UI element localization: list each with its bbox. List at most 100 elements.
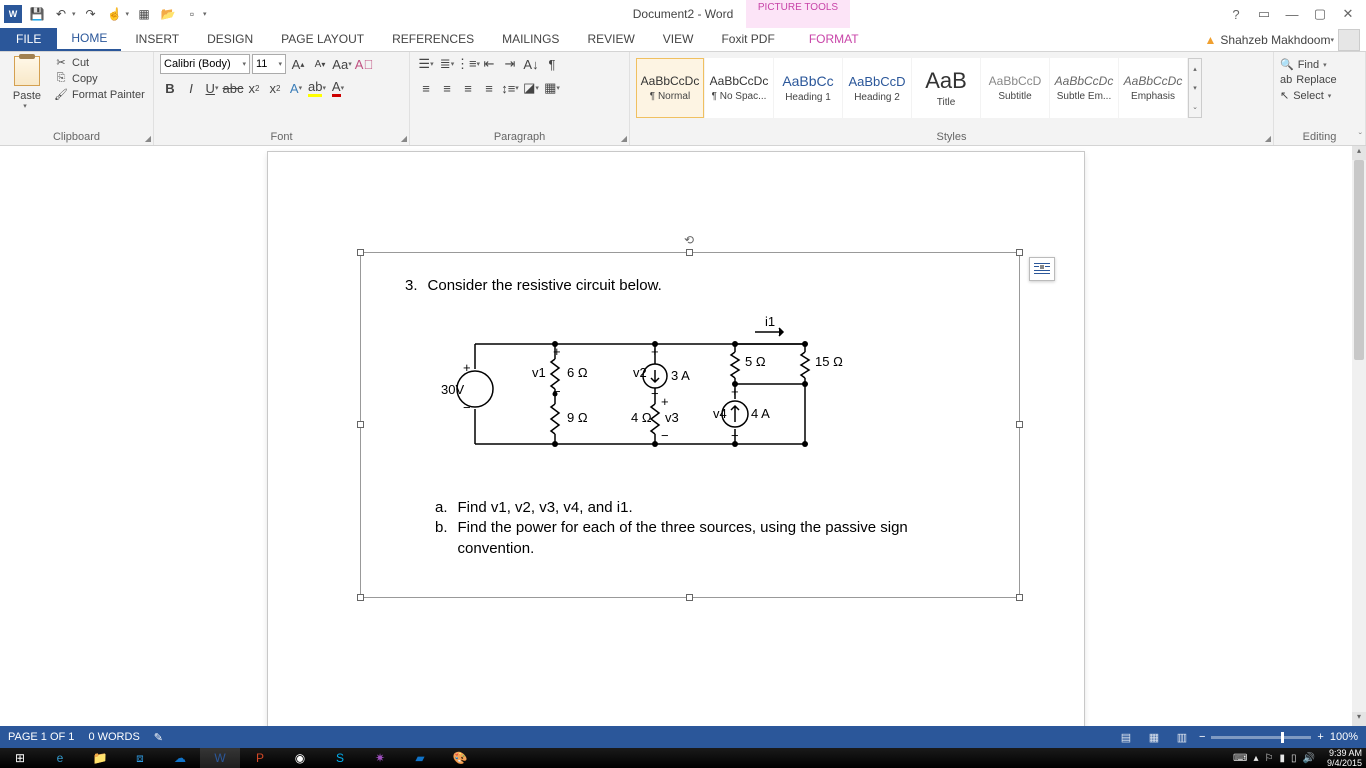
style--no-spac-[interactable]: AaBbCcDc¶ No Spac... — [705, 58, 773, 118]
user-name-label[interactable]: Shahzeb Makhdoom — [1220, 33, 1330, 47]
taskbar-chrome[interactable]: ◉ — [280, 748, 320, 768]
font-name-select[interactable]: Calibri (Body)▾ — [160, 54, 250, 74]
style-emphasis[interactable]: AaBbCcDcEmphasis — [1119, 58, 1187, 118]
increase-indent-button[interactable]: ⇥ — [500, 54, 520, 74]
shading-button[interactable]: ◪▾ — [521, 78, 541, 98]
help-icon[interactable]: ? — [1224, 4, 1248, 24]
subscript-button[interactable]: x2 — [244, 78, 264, 98]
shrink-font-button[interactable]: A▾ — [310, 54, 330, 74]
change-case-button[interactable]: Aa▾ — [332, 54, 352, 74]
keyboard-icon[interactable]: ⌨ — [1233, 753, 1247, 764]
tab-review[interactable]: REVIEW — [573, 27, 648, 51]
web-layout-button[interactable]: ▥ — [1171, 728, 1193, 746]
format-painter-button[interactable]: 🖌Format Painter — [54, 88, 145, 101]
taskbar-powerpoint[interactable]: P — [240, 748, 280, 768]
print-layout-button[interactable]: ▦ — [1143, 728, 1165, 746]
ribbon-options-icon[interactable]: ▭ — [1252, 4, 1276, 24]
tab-view[interactable]: VIEW — [649, 27, 708, 51]
tab-foxit[interactable]: Foxit PDF — [707, 27, 788, 51]
superscript-button[interactable]: x2 — [265, 78, 285, 98]
read-mode-button[interactable]: ▤ — [1115, 728, 1137, 746]
styles-more-button[interactable]: ▴▾⌄ — [1188, 58, 1202, 118]
clipboard-dialog-launcher[interactable]: ◢ — [145, 134, 151, 143]
zoom-slider[interactable] — [1211, 736, 1311, 739]
replace-button[interactable]: abReplace — [1280, 74, 1359, 86]
align-right-button[interactable]: ≡ — [458, 78, 478, 98]
flag-icon[interactable]: ⚐ — [1265, 753, 1274, 764]
user-avatar[interactable] — [1338, 29, 1360, 51]
battery-icon[interactable]: ▯ — [1291, 753, 1297, 764]
tab-file[interactable]: FILE — [0, 27, 57, 51]
align-center-button[interactable]: ≡ — [437, 78, 457, 98]
open-icon[interactable]: 📂 — [159, 5, 177, 23]
new-doc-icon[interactable]: ▫ — [183, 5, 201, 23]
font-size-select[interactable]: 11▾ — [252, 54, 286, 74]
tab-mailings[interactable]: MAILINGS — [488, 27, 573, 51]
volume-icon[interactable]: 🔊 — [1303, 753, 1315, 764]
restore-button[interactable]: ▢ — [1308, 4, 1332, 24]
taskbar-ie[interactable]: e — [40, 748, 80, 768]
style--normal[interactable]: AaBbCcDc¶ Normal — [636, 58, 704, 118]
taskbar-app2[interactable]: ▰ — [400, 748, 440, 768]
select-button[interactable]: ↖Select▾ — [1280, 89, 1359, 102]
collapse-ribbon-button[interactable]: ˇ — [1359, 132, 1362, 143]
font-color-button[interactable]: A▾ — [328, 78, 348, 98]
multilevel-button[interactable]: ⋮≡▾ — [458, 54, 478, 74]
page[interactable]: ⟲ 3. Consider the resistive circuit belo… — [268, 152, 1084, 726]
find-button[interactable]: 🔍Find▾ — [1280, 58, 1359, 71]
taskbar-paint[interactable]: 🎨 — [440, 748, 480, 768]
line-spacing-button[interactable]: ↕≡▾ — [500, 78, 520, 98]
zoom-in-button[interactable]: + — [1317, 731, 1323, 743]
tab-references[interactable]: REFERENCES — [378, 27, 488, 51]
scroll-thumb[interactable] — [1354, 160, 1364, 360]
strike-button[interactable]: abc — [223, 78, 243, 98]
tab-insert[interactable]: INSERT — [121, 27, 193, 51]
paste-button[interactable]: Paste ▾ — [6, 54, 48, 110]
taskbar-onedrive[interactable]: ☁ — [160, 748, 200, 768]
word-icon[interactable]: W — [4, 5, 22, 23]
style-subtle-em-[interactable]: AaBbCcDcSubtle Em... — [1050, 58, 1118, 118]
clock[interactable]: 9:39 AM9/4/2015 — [1321, 748, 1362, 768]
style-heading-1[interactable]: AaBbCcHeading 1 — [774, 58, 842, 118]
style-heading-2[interactable]: AaBbCcDHeading 2 — [843, 58, 911, 118]
tab-format[interactable]: FORMAT — [795, 27, 873, 51]
italic-button[interactable]: I — [181, 78, 201, 98]
highlight-button[interactable]: ab▾ — [307, 78, 327, 98]
style-subtitle[interactable]: AaBbCcDSubtitle — [981, 58, 1049, 118]
layout-options-button[interactable] — [1029, 257, 1055, 281]
word-count[interactable]: 0 WORDS — [88, 731, 139, 743]
underline-button[interactable]: U▾ — [202, 78, 222, 98]
taskbar-skype[interactable]: S — [320, 748, 360, 768]
copy-button[interactable]: ⎘Copy — [54, 72, 145, 85]
minimize-button[interactable]: — — [1280, 4, 1304, 24]
bullets-button[interactable]: ☰▾ — [416, 54, 436, 74]
taskbar-dropbox[interactable]: ⧈ — [120, 748, 160, 768]
qat-custom-icon[interactable]: ▦ — [135, 5, 153, 23]
sort-button[interactable]: A↓ — [521, 54, 541, 74]
font-dialog-launcher[interactable]: ◢ — [401, 134, 407, 143]
scroll-up-button[interactable]: ▴ — [1352, 146, 1366, 160]
style-title[interactable]: AaBTitle — [912, 58, 980, 118]
redo-icon[interactable]: ↷ — [82, 5, 100, 23]
touch-mode-icon[interactable]: ☝ — [106, 5, 124, 23]
styles-dialog-launcher[interactable]: ◢ — [1265, 134, 1271, 143]
start-button[interactable]: ⊞ — [0, 748, 40, 768]
bold-button[interactable]: B — [160, 78, 180, 98]
tab-home[interactable]: HOME — [57, 27, 121, 51]
taskbar-app1[interactable]: ✷ — [360, 748, 400, 768]
numbering-button[interactable]: ≣▾ — [437, 54, 457, 74]
taskbar-word[interactable]: W — [200, 748, 240, 768]
cut-button[interactable]: ✂Cut — [54, 56, 145, 69]
justify-button[interactable]: ≡ — [479, 78, 499, 98]
show-marks-button[interactable]: ¶ — [542, 54, 562, 74]
align-left-button[interactable]: ≡ — [416, 78, 436, 98]
vertical-scrollbar[interactable]: ▴ ▾ — [1352, 146, 1366, 726]
grow-font-button[interactable]: A▴ — [288, 54, 308, 74]
undo-icon[interactable]: ↶ — [52, 5, 70, 23]
zoom-out-button[interactable]: − — [1199, 731, 1205, 743]
text-effects-button[interactable]: A▾ — [286, 78, 306, 98]
borders-button[interactable]: ▦▾ — [542, 78, 562, 98]
zoom-level[interactable]: 100% — [1330, 731, 1358, 743]
save-icon[interactable]: 💾 — [28, 5, 46, 23]
action-center-icon[interactable]: ▮ — [1279, 753, 1285, 764]
